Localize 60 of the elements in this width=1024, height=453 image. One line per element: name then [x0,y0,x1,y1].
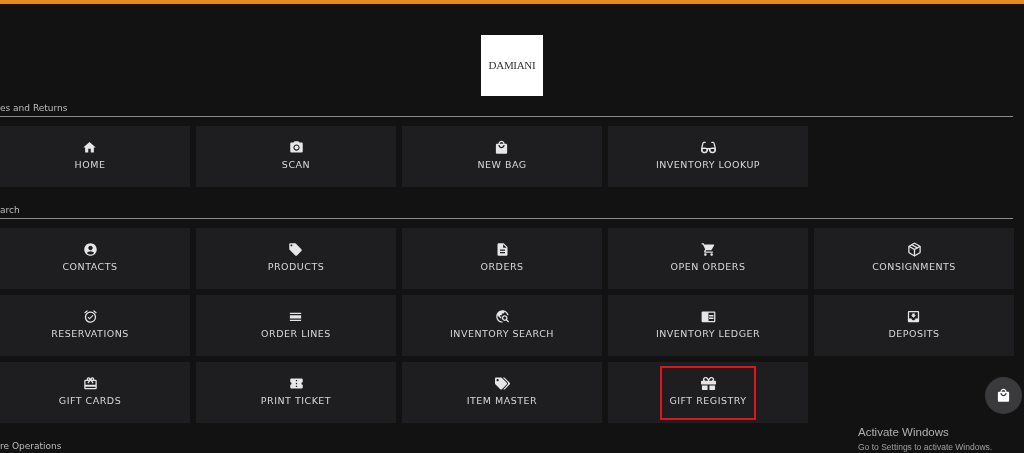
activation-subtitle: Go to Settings to activate Windows. [858,441,993,453]
menu-tile[interactable]: INVENTORY SEARCH [402,295,602,356]
section-title: es and Returns [0,103,68,114]
logo-text: DAMIANI [488,58,536,74]
tile-label: INVENTORY LOOKUP [655,158,761,173]
tile-label: RESERVATIONS [51,327,129,342]
tile-label: GIFT CARDS [58,394,122,409]
menu-tile[interactable]: OPEN ORDERS [608,228,808,289]
tile-label: CONTACTS [62,260,118,275]
tile-label: SCAN [281,158,311,173]
menu-tile[interactable]: DEPOSITS [814,295,1014,356]
menu-tile[interactable]: CONTACTS [0,228,190,289]
tile-label: PRODUCTS [267,260,325,275]
menu-tile[interactable]: INVENTORY LOOKUP [608,126,808,187]
tile-label: HOME [74,158,106,173]
alarm-clock-icon [82,309,98,325]
glasses-icon [700,140,716,156]
shopping-bag-icon [996,388,1011,403]
activation-title: Activate Windows [858,425,950,440]
tile-label: ORDERS [480,260,524,275]
menu-tile[interactable]: PRODUCTS [196,228,396,289]
menu-tile[interactable]: ORDERS [402,228,602,289]
ticket-icon [288,376,304,392]
menu-tile[interactable]: PRINT TICKET [196,362,396,423]
menu-tile[interactable]: GIFT REGISTRY [608,362,808,423]
bag-button[interactable] [985,377,1022,414]
tile-label: ORDER LINES [261,327,331,342]
menu-tile[interactable]: INVENTORY LEDGER [608,295,808,356]
menu-tile[interactable]: CONSIGNMENTS [814,228,1014,289]
home-icon [82,140,98,156]
gift-card-icon [82,376,98,392]
menu-tile[interactable]: RESERVATIONS [0,295,190,356]
inbox-icon [906,309,922,325]
tag-icon [288,242,304,258]
user-icon [82,242,98,258]
camera-icon [288,140,304,156]
tile-label: NEW BAG [477,158,527,173]
cart-icon [700,242,716,258]
ledger-icon [700,309,716,325]
tags-icon [494,376,510,392]
menu-tile[interactable]: ORDER LINES [196,295,396,356]
tile-label: GIFT REGISTRY [669,394,747,409]
gift-icon [700,376,716,392]
tile-label: OPEN ORDERS [670,260,746,275]
section-title: arch [0,205,20,216]
menu-tile[interactable]: SCAN [196,126,396,187]
tile-label: PRINT TICKET [260,394,332,409]
tile-label: ITEM MASTER [466,394,538,409]
tile-label: DEPOSITS [888,327,940,342]
tile-label: CONSIGNMENTS [872,260,956,275]
menu-tile[interactable]: GIFT CARDS [0,362,190,423]
tile-label: INVENTORY LEDGER [655,327,761,342]
box-icon [906,242,922,258]
menu-tile[interactable]: HOME [0,126,190,187]
section-title: re Operations [0,441,62,452]
tile-label: INVENTORY SEARCH [449,327,555,342]
menu-tile[interactable]: NEW BAG [402,126,602,187]
shopping-bag-icon [494,140,510,156]
globe-search-icon [494,309,510,325]
menu-tile[interactable]: ITEM MASTER [402,362,602,423]
